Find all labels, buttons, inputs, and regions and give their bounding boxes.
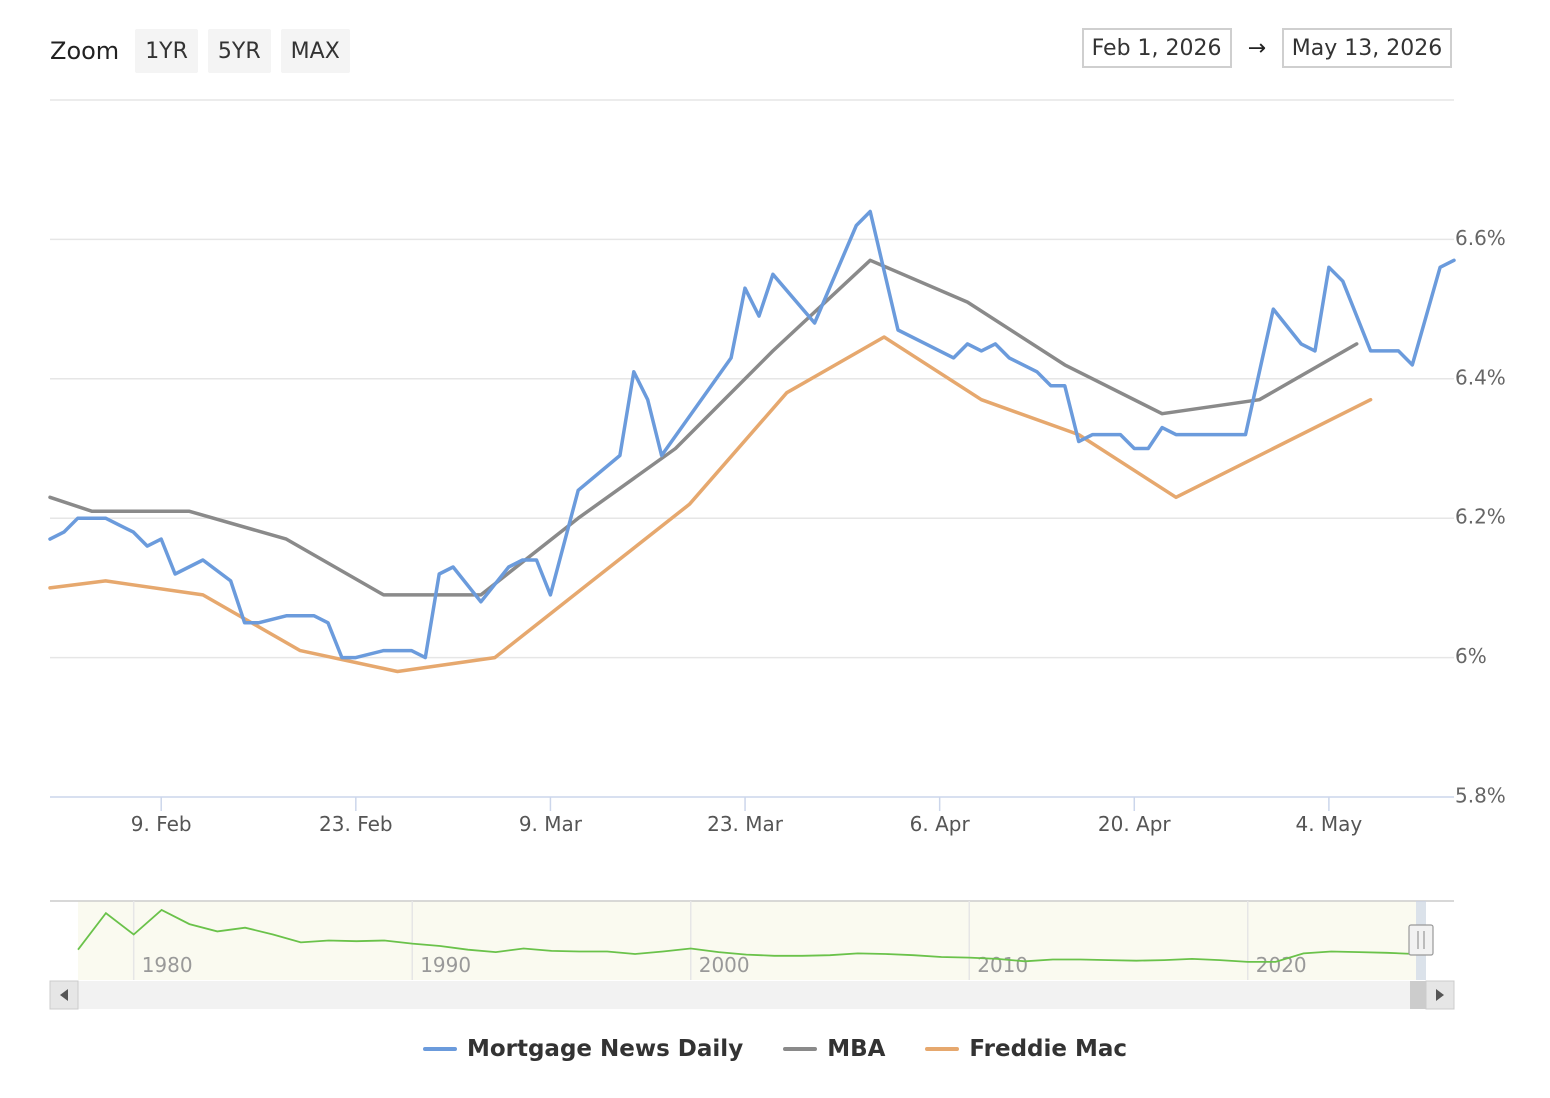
legend-swatch	[925, 1047, 960, 1051]
legend-swatch	[422, 1047, 457, 1051]
scrollbar-thumb[interactable]	[1410, 981, 1426, 1009]
y-tick-label: 6.6%	[1455, 226, 1506, 250]
legend-item-freddie-mac[interactable]: Freddie Mac	[925, 1036, 1127, 1062]
navigator-year-label: 2000	[699, 953, 750, 977]
legend-item-mba[interactable]: MBA	[783, 1036, 885, 1062]
y-tick-label: 6%	[1455, 644, 1487, 668]
x-tick-label: 9. Feb	[131, 812, 192, 836]
navigator-year-label: 2010	[977, 953, 1028, 977]
legend-label: Freddie Mac	[969, 1036, 1128, 1062]
y-tick-label: 5.8%	[1455, 784, 1506, 808]
x-tick-label: 9. Mar	[519, 812, 583, 836]
x-tick-label: 4. May	[1295, 812, 1362, 836]
navigator-handle[interactable]	[1408, 924, 1434, 956]
legend: Mortgage News Daily MBA Freddie Mac	[0, 1036, 1550, 1062]
y-tick-label: 6.4%	[1455, 365, 1506, 389]
navigator-year-label: 1990	[420, 953, 471, 977]
chart-canvas: 5.8% 6% 6.2% 6.4% 6.6% 9. Feb 23. Feb 9. Mar 23.…	[48, 99, 1506, 1010]
y-tick-label: 6.2%	[1455, 505, 1506, 529]
legend-label: Mortgage News Daily	[466, 1036, 744, 1062]
scrollbar	[49, 980, 1455, 1010]
x-tick-label: 6. Apr	[910, 812, 971, 836]
x-tick-label: 23. Mar	[707, 812, 784, 836]
navigator: 1980 1990 2000 2010 2020	[50, 900, 1454, 980]
legend-item-mortgage-news-daily[interactable]: Mortgage News Daily	[422, 1036, 744, 1062]
x-tick-label: 23. Feb	[319, 812, 393, 836]
navigator-year-label: 2020	[1256, 953, 1307, 977]
legend-label: MBA	[827, 1036, 886, 1062]
navigator-year-label: 1980	[142, 953, 193, 977]
x-tick-label: 20. Apr	[1098, 812, 1172, 836]
scrollbar-track[interactable]	[50, 981, 1454, 1009]
legend-swatch	[783, 1047, 818, 1051]
navigator-fill	[78, 901, 1426, 980]
